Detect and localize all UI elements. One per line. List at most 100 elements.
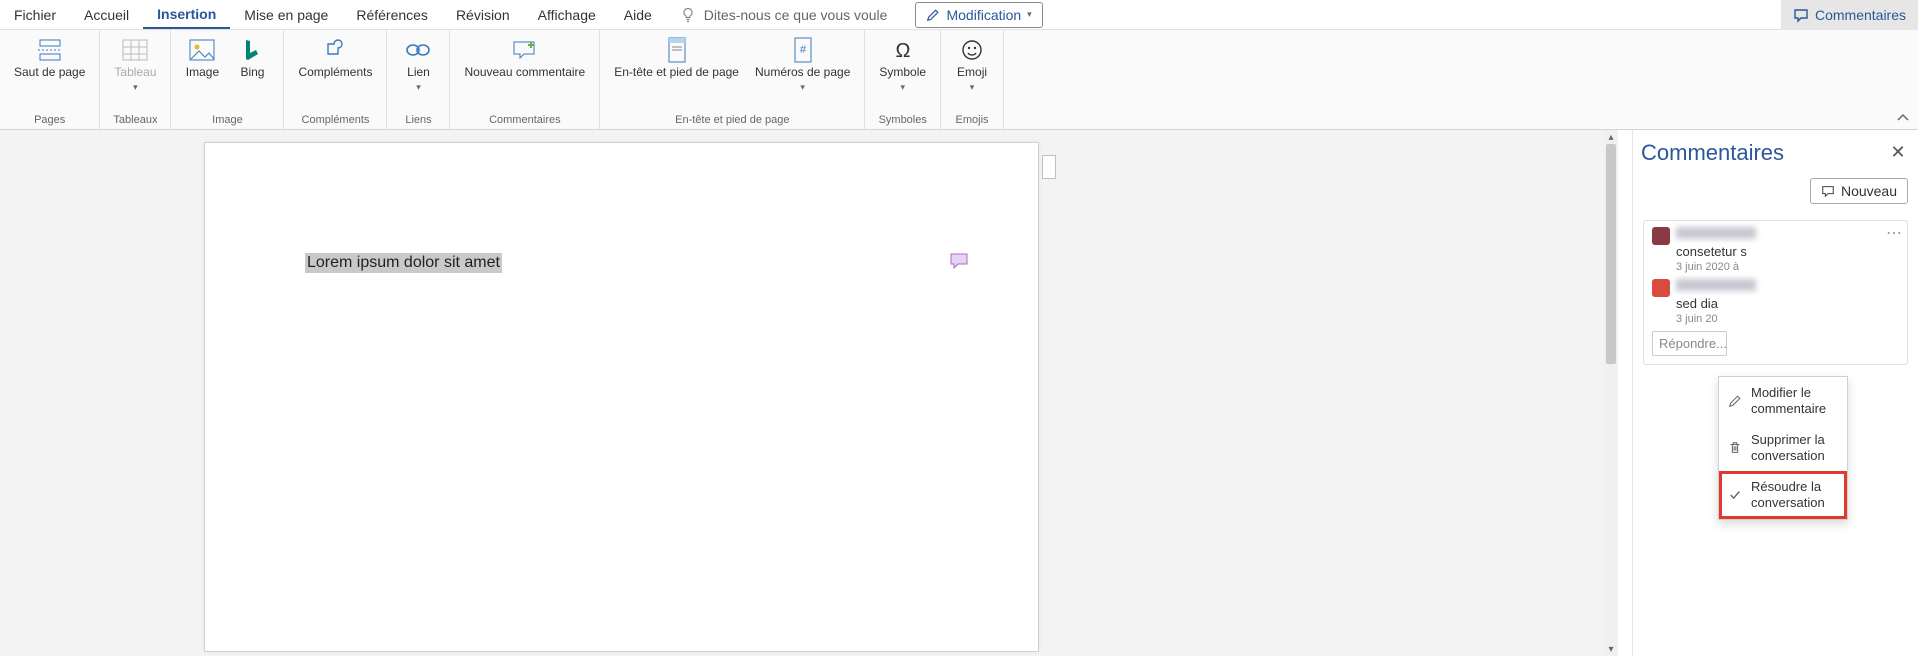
tab-file[interactable]: Fichier xyxy=(0,0,70,29)
bing-icon xyxy=(236,36,268,64)
ribbon-group-label: Compléments xyxy=(292,112,378,129)
avatar xyxy=(1652,279,1670,297)
ribbon-group-symbols: Ω Symbole ▾ Symboles xyxy=(865,30,941,129)
comment-author xyxy=(1676,279,1756,291)
link-icon xyxy=(402,36,434,64)
comments-toolbar-label: Commentaires xyxy=(1815,7,1906,23)
tab-home[interactable]: Accueil xyxy=(70,0,143,29)
comment-icon xyxy=(1793,7,1809,23)
new-comment-button[interactable]: Nouveau commentaire xyxy=(458,32,591,84)
table-button[interactable]: Tableau ▾ xyxy=(108,32,162,97)
pencil-icon xyxy=(926,8,940,22)
page-break-button[interactable]: Saut de page xyxy=(8,32,91,84)
link-label: Lien xyxy=(407,66,430,80)
ctx-resolve-thread[interactable]: Résoudre la conversation xyxy=(1719,471,1847,518)
ribbon-collapse-button[interactable] xyxy=(1888,30,1918,129)
ctx-resolve-label: Résoudre la conversation xyxy=(1751,479,1839,510)
new-comment-pane-button[interactable]: Nouveau xyxy=(1810,178,1908,204)
chevron-down-icon: ▾ xyxy=(900,82,905,93)
comment-text: consetetur s xyxy=(1676,244,1756,259)
tab-insert[interactable]: Insertion xyxy=(143,0,230,29)
tab-references[interactable]: Références xyxy=(342,0,442,29)
ribbon-group-label: Liens xyxy=(395,112,441,129)
comment-thread[interactable]: ⋯ consetetur s 3 juin 2020 à sed dia 3 j… xyxy=(1643,220,1908,365)
addins-label: Compléments xyxy=(298,66,372,80)
check-icon xyxy=(1727,487,1743,503)
tab-view[interactable]: Affichage xyxy=(524,0,610,29)
symbol-label: Symbole xyxy=(879,66,926,80)
chevron-down-icon: ▾ xyxy=(133,82,138,93)
chevron-down-icon: ▾ xyxy=(970,82,975,93)
header-footer-button[interactable]: En-tête et pied de page xyxy=(608,32,745,84)
comments-pane-title: Commentaires xyxy=(1641,140,1910,166)
ribbon-group-label: Symboles xyxy=(873,112,932,129)
table-label: Tableau xyxy=(114,66,156,80)
document-canvas[interactable]: Lorem ipsum dolor sit amet xyxy=(0,130,1618,656)
ribbon: Saut de page Pages Tableau ▾ Tableaux Im… xyxy=(0,30,1918,130)
comments-pane: Commentaires ✕ Nouveau ⋯ consetetur s 3 … xyxy=(1632,130,1918,656)
bing-label: Bing xyxy=(240,66,264,80)
reply-input[interactable]: Répondre... xyxy=(1652,331,1727,356)
avatar xyxy=(1652,227,1670,245)
ribbon-group-label: Commentaires xyxy=(458,112,591,129)
header-footer-label: En-tête et pied de page xyxy=(614,66,739,80)
bing-button[interactable]: Bing xyxy=(229,32,275,84)
tab-review[interactable]: Révision xyxy=(442,0,524,29)
ribbon-group-label: Tableaux xyxy=(108,112,162,129)
tab-help[interactable]: Aide xyxy=(610,0,666,29)
tab-layout[interactable]: Mise en page xyxy=(230,0,342,29)
svg-text:#: # xyxy=(800,44,807,56)
picture-button[interactable]: Image xyxy=(179,32,225,84)
ribbon-group-emojis: Emoji ▾ Emojis xyxy=(941,30,1004,129)
scroll-thumb[interactable] xyxy=(1606,144,1616,364)
comment-item: sed dia 3 juin 20 xyxy=(1652,279,1899,325)
scroll-track[interactable] xyxy=(1604,144,1618,642)
ribbon-group-comments: Nouveau commentaire Commentaires xyxy=(450,30,600,129)
document-page[interactable]: Lorem ipsum dolor sit amet xyxy=(204,142,1039,652)
picture-icon xyxy=(186,36,218,64)
editing-mode-button[interactable]: Modification ▾ xyxy=(915,2,1042,28)
ribbon-group-links: Lien ▾ Liens xyxy=(387,30,450,129)
emoji-label: Emoji xyxy=(957,66,987,80)
link-button[interactable]: Lien ▾ xyxy=(395,32,441,97)
ribbon-group-header-footer: En-tête et pied de page # Numéros de pag… xyxy=(600,30,865,129)
page-number-icon: # xyxy=(787,36,819,64)
ruler-widget[interactable] xyxy=(1042,155,1056,179)
scroll-down-icon[interactable]: ▾ xyxy=(1604,642,1618,656)
addins-icon xyxy=(319,36,351,64)
scroll-up-icon[interactable]: ▴ xyxy=(1604,130,1618,144)
new-comment-pane-label: Nouveau xyxy=(1841,183,1897,199)
page-numbers-button[interactable]: # Numéros de page ▾ xyxy=(749,32,856,97)
new-comment-label: Nouveau commentaire xyxy=(464,66,585,80)
comment-context-menu: Modifier le commentaire Supprimer la con… xyxy=(1718,376,1848,520)
comment-marker-icon[interactable] xyxy=(950,253,968,269)
trash-icon xyxy=(1727,440,1743,456)
symbol-button[interactable]: Ω Symbole ▾ xyxy=(873,32,932,97)
comment-item: consetetur s 3 juin 2020 à xyxy=(1652,227,1899,273)
picture-label: Image xyxy=(186,66,219,80)
comments-toolbar-button[interactable]: Commentaires xyxy=(1781,0,1918,30)
comment-text: sed dia xyxy=(1676,296,1756,311)
selected-text[interactable]: Lorem ipsum dolor sit amet xyxy=(305,253,502,273)
ribbon-group-label: En-tête et pied de page xyxy=(608,112,856,129)
ribbon-group-label: Image xyxy=(179,112,275,129)
page-numbers-label: Numéros de page xyxy=(755,66,850,80)
chevron-down-icon: ▾ xyxy=(1027,9,1032,20)
comment-icon xyxy=(1821,184,1835,198)
tell-me-search[interactable]: Dites-nous ce que vous voule xyxy=(666,7,902,23)
addins-button[interactable]: Compléments xyxy=(292,32,378,84)
symbol-icon: Ω xyxy=(887,36,919,64)
close-icon[interactable]: ✕ xyxy=(1888,142,1908,162)
comment-author xyxy=(1676,227,1756,239)
page-break-icon xyxy=(34,36,66,64)
vertical-scrollbar[interactable]: ▴ ▾ xyxy=(1604,130,1618,656)
page-break-label: Saut de page xyxy=(14,66,85,80)
more-options-icon[interactable]: ⋯ xyxy=(1886,223,1903,243)
emoji-button[interactable]: Emoji ▾ xyxy=(949,32,995,97)
ribbon-group-label: Pages xyxy=(8,112,91,129)
table-icon xyxy=(119,36,151,64)
lightbulb-icon xyxy=(680,7,696,23)
comment-date: 3 juin 2020 à xyxy=(1676,261,1756,273)
ctx-edit-comment[interactable]: Modifier le commentaire xyxy=(1719,377,1847,424)
ctx-delete-thread[interactable]: Supprimer la conversation xyxy=(1719,424,1847,471)
